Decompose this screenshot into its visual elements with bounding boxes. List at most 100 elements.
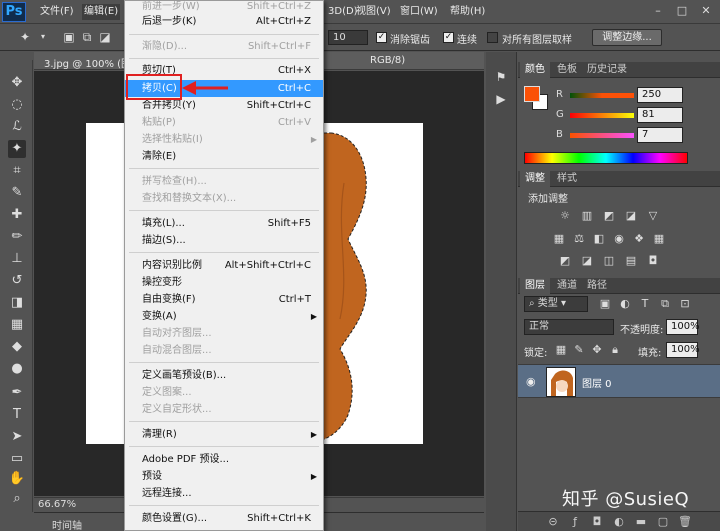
black-white-icon[interactable]: ◧ [592, 232, 606, 246]
posterize-icon[interactable]: ◪ [580, 254, 594, 268]
magic-wand-icon[interactable]: ✦ [18, 30, 32, 44]
link-layers-icon[interactable]: ⊝ [546, 515, 560, 529]
eraser-tool-icon[interactable]: ◨ [8, 294, 26, 312]
vibrance-icon[interactable]: ▽ [646, 209, 660, 223]
tab-channels[interactable]: 通道 [552, 278, 582, 294]
history-brush-icon[interactable]: ↺ [8, 272, 26, 290]
timeline-tab[interactable]: 时间轴 [52, 517, 82, 531]
healing-brush-icon[interactable]: ✚ [8, 206, 26, 224]
menu-item-color-settings[interactable]: 颜色设置(G)... Shift+Ctrl+K [125, 510, 323, 527]
crop-tool-icon[interactable]: ⌗ [8, 162, 26, 180]
menu-item-stroke[interactable]: 描边(S)... [125, 232, 323, 249]
brightness-icon[interactable]: ☼ [558, 209, 572, 223]
sample-all-checkbox[interactable] [487, 32, 498, 43]
selective-color-icon[interactable]: ◘ [646, 254, 660, 268]
antialias-checkbox[interactable]: ✓ [376, 32, 387, 43]
tab-swatches[interactable]: 色板 [552, 62, 582, 78]
menu-edit[interactable]: 编辑(E) [82, 4, 121, 20]
menu-help[interactable]: 帮助(H) [448, 4, 487, 20]
menu-item-clear[interactable]: 清除(E) [125, 148, 323, 165]
gradient-tool-icon[interactable]: ▦ [8, 316, 26, 334]
menu-item-step-backward[interactable]: 后退一步(K) Alt+Ctrl+Z [125, 13, 323, 30]
zoom-level[interactable]: 66.67% [38, 499, 76, 510]
exposure-icon[interactable]: ◪ [624, 209, 638, 223]
history-panel-icon[interactable]: ⚑ [492, 68, 510, 86]
menu-item-presets[interactable]: 预设 ▶ [125, 468, 323, 485]
blur-tool-icon[interactable]: ◆ [8, 338, 26, 356]
menu-item-transform[interactable]: 变换(A) ▶ [125, 308, 323, 325]
tab-layers[interactable]: 图层 [520, 278, 550, 294]
color-lookup-icon[interactable]: ▦ [652, 232, 666, 246]
shape-tool-icon[interactable]: ▭ [8, 450, 26, 468]
menu-item-fill[interactable]: 填充(L)... Shift+F5 [125, 215, 323, 232]
threshold-icon[interactable]: ◫ [602, 254, 616, 268]
filter-type-icon[interactable]: T [638, 297, 652, 311]
minimize-icon[interactable]: – [648, 3, 668, 19]
menu-item-spell-check[interactable]: 拼写检查(H)... [125, 173, 323, 190]
photo-filter-icon[interactable]: ◉ [612, 232, 626, 246]
adjustment-layer-icon[interactable]: ◐ [612, 515, 626, 529]
layer-filter-kind[interactable]: ⌕ 类型 ▾ [524, 296, 588, 312]
group-folder-icon[interactable]: ▬ [634, 515, 648, 529]
maximize-icon[interactable]: □ [672, 3, 692, 19]
brush-tool-icon[interactable]: ✏ [8, 228, 26, 246]
foreground-color-swatch[interactable] [524, 86, 540, 102]
menu-item-purge[interactable]: 清理(R) ▶ [125, 426, 323, 443]
tolerance-input[interactable]: 10 [328, 30, 368, 45]
eyedropper-tool-icon[interactable]: ✎ [8, 184, 26, 202]
green-slider[interactable] [570, 113, 634, 118]
tab-color[interactable]: 颜色 [520, 62, 550, 78]
menu-item-free-transform[interactable]: 自由变换(F) Ctrl+T [125, 291, 323, 308]
new-layer-icon[interactable]: ▢ [656, 515, 670, 529]
red-slider[interactable] [570, 93, 634, 98]
fill-input[interactable]: 100% [666, 342, 700, 358]
menu-item-fade[interactable]: 渐隐(D)... Shift+Ctrl+F [125, 38, 323, 55]
contiguous-checkbox[interactable]: ✓ [443, 32, 454, 43]
type-tool-icon[interactable]: T [8, 406, 26, 424]
menu-item-paste-special[interactable]: 选择性粘贴(I) ▶ [125, 131, 323, 148]
tab-adjustments[interactable]: 调整 [520, 171, 550, 187]
dodge-tool-icon[interactable]: ● [8, 360, 26, 378]
lock-transparent-icon[interactable]: ▦ [554, 343, 568, 357]
color-spectrum-bar[interactable] [524, 152, 688, 164]
blue-slider[interactable] [570, 133, 634, 138]
blend-mode-select[interactable]: 正常 [524, 319, 614, 335]
menu-item-find-replace[interactable]: 查找和替换文本(X)... [125, 190, 323, 207]
gradient-map-icon[interactable]: ▤ [624, 254, 638, 268]
menu-item-auto-blend[interactable]: 自动混合图层... [125, 342, 323, 359]
zoom-tool-icon[interactable]: ⌕ [8, 490, 26, 508]
magic-wand-tool-icon[interactable]: ✦ [8, 140, 26, 158]
menu-view[interactable]: 视图(V) [354, 4, 393, 20]
menu-window[interactable]: 窗口(W) [398, 4, 440, 20]
actions-panel-icon[interactable]: ▶ [492, 90, 510, 108]
layer-row[interactable]: ◉ 图层 0 [518, 364, 720, 398]
blue-value-input[interactable]: 7 [637, 127, 683, 143]
tab-paths[interactable]: 路径 [582, 278, 612, 294]
layer-mask-icon[interactable]: ◘ [590, 515, 604, 529]
layer-style-icon[interactable]: ƒ [568, 515, 582, 529]
menu-item-define-shape[interactable]: 定义自定形状... [125, 401, 323, 418]
subtract-selection-icon[interactable]: ◪ [98, 30, 112, 44]
menu-item-define-brush[interactable]: 定义画笔预设(B)... [125, 367, 323, 384]
close-icon[interactable]: ✕ [696, 3, 716, 19]
color-balance-icon[interactable]: ⚖ [572, 232, 586, 246]
levels-icon[interactable]: ▥ [580, 209, 594, 223]
green-value-input[interactable]: 81 [637, 107, 683, 123]
menu-item-auto-align[interactable]: 自动对齐图层... [125, 325, 323, 342]
tab-history[interactable]: 历史记录 [582, 62, 632, 78]
tab-styles[interactable]: 样式 [552, 171, 582, 187]
tool-preset-dropdown-icon[interactable]: ▾ [36, 30, 50, 44]
refine-edge-button[interactable]: 调整边缘... [592, 29, 662, 46]
red-value-input[interactable]: 250 [637, 87, 683, 103]
menu-item-content-aware-scale[interactable]: 内容识别比例 Alt+Shift+Ctrl+C [125, 257, 323, 274]
invert-icon[interactable]: ◩ [558, 254, 572, 268]
filter-shape-icon[interactable]: ⧉ [658, 297, 672, 311]
menu-item-remote-connections[interactable]: 远程连接... [125, 485, 323, 502]
hue-saturation-icon[interactable]: ▦ [552, 232, 566, 246]
opacity-input[interactable]: 100% [666, 319, 700, 335]
filter-smart-icon[interactable]: ⊡ [678, 297, 692, 311]
move-tool-icon[interactable]: ✥ [8, 74, 26, 92]
menu-item-define-pattern[interactable]: 定义图案... [125, 384, 323, 401]
visibility-eye-icon[interactable]: ◉ [526, 375, 536, 388]
delete-layer-icon[interactable]: 🗑︎ [678, 515, 692, 529]
